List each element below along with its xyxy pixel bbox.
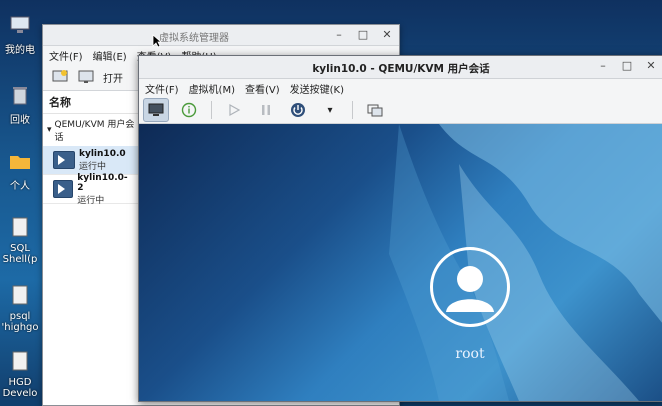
folder-icon — [10, 156, 30, 169]
guest-screen[interactable]: root — [139, 124, 662, 401]
minimize-icon[interactable]: – — [597, 59, 609, 72]
vm-status: 运行中 — [77, 195, 105, 206]
vm-console-window: kylin10.0 - QEMU/KVM 用户会话 – □ ✕ 文件(F) 虚拟… — [138, 55, 662, 402]
desktop-icon-trash[interactable]: 回收 — [0, 84, 40, 126]
power-icon — [291, 103, 305, 117]
desktop-icon-hgdb[interactable]: HGD Develo — [0, 350, 40, 399]
desktop-icon-home[interactable]: 个人 — [0, 150, 40, 192]
vm-name: kylin10.0 — [79, 148, 126, 159]
close-icon[interactable]: ✕ — [381, 28, 393, 41]
vm-row-kylin10-2[interactable]: kylin10.0-2 运行中 — [43, 172, 139, 206]
connection-group[interactable]: ▾ QEMU/KVM 用户会话 — [43, 114, 139, 146]
vm-list: 名称 ▾ QEMU/KVM 用户会话 kylin10.0 运行中 kylin10… — [43, 91, 139, 206]
menu-send-key[interactable]: 发送按键(K) — [290, 81, 344, 96]
play-icon — [229, 103, 241, 117]
fullscreen-button[interactable] — [363, 99, 387, 121]
vmm-title: 虚拟系统管理器 — [159, 33, 229, 44]
vm-running-icon — [53, 180, 74, 198]
user-icon — [446, 266, 494, 312]
menu-view[interactable]: 查看(V) — [245, 81, 280, 96]
fullscreen-icon — [367, 104, 383, 117]
desktop-icon-computer[interactable]: 我的电 — [0, 14, 40, 56]
run-button[interactable] — [222, 99, 246, 121]
user-avatar[interactable] — [430, 247, 510, 327]
desktop-icon-sql-shell[interactable]: SQL Shell(p — [0, 216, 40, 265]
minimize-icon[interactable]: – — [333, 28, 345, 41]
console-titlebar[interactable]: kylin10.0 - QEMU/KVM 用户会话 – □ ✕ — [139, 56, 662, 79]
vm-status: 运行中 — [79, 161, 107, 172]
chevron-down-icon: ▾ — [327, 104, 333, 116]
document-icon — [12, 217, 28, 237]
mouse-cursor-icon — [152, 34, 162, 48]
console-toolbar: ▾ — [139, 97, 662, 124]
trash-icon — [13, 87, 27, 105]
toolbar-separator — [352, 101, 353, 119]
vm-running-icon — [53, 151, 75, 169]
menu-vm[interactable]: 虚拟机(M) — [189, 81, 235, 96]
menu-file[interactable]: 文件(F) — [145, 81, 179, 96]
desktop-icon-psql[interactable]: psql 'highgo — [0, 284, 40, 333]
info-icon — [181, 102, 197, 118]
close-icon[interactable]: ✕ — [645, 59, 657, 72]
toolbar-separator — [211, 101, 212, 119]
pause-icon — [262, 105, 270, 115]
shutdown-menu-button[interactable]: ▾ — [318, 99, 342, 121]
maximize-icon[interactable]: □ — [357, 28, 369, 41]
vmm-titlebar[interactable]: 虚拟系统管理器 – □ ✕ — [43, 25, 399, 46]
shutdown-button[interactable] — [286, 99, 310, 121]
login-username: root — [455, 346, 485, 362]
new-vm-icon[interactable] — [51, 69, 69, 85]
connection-label: QEMU/KVM 用户会话 — [54, 120, 135, 143]
menu-edit[interactable]: 编辑(E) — [93, 48, 127, 63]
document-icon — [12, 351, 28, 371]
list-header[interactable]: 名称 — [43, 91, 139, 114]
show-console-button[interactable] — [143, 98, 169, 122]
document-icon — [12, 285, 28, 305]
vm-name: kylin10.0-2 — [77, 172, 128, 193]
iceberg-wallpaper — [389, 124, 662, 401]
open-console-icon[interactable] — [77, 69, 95, 85]
maximize-icon[interactable]: □ — [621, 59, 633, 72]
computer-icon — [10, 16, 30, 33]
open-button[interactable]: 打开 — [103, 70, 123, 85]
console-menubar: 文件(F) 虚拟机(M) 查看(V) 发送按键(K) — [139, 79, 662, 97]
chevron-down-icon: ▾ — [47, 125, 52, 135]
show-details-button[interactable] — [177, 99, 201, 121]
menu-file[interactable]: 文件(F) — [49, 48, 83, 63]
vm-row-kylin10[interactable]: kylin10.0 运行中 — [43, 146, 139, 175]
monitor-icon — [148, 103, 164, 116]
pause-button[interactable] — [254, 99, 278, 121]
console-title: kylin10.0 - QEMU/KVM 用户会话 — [312, 63, 490, 75]
